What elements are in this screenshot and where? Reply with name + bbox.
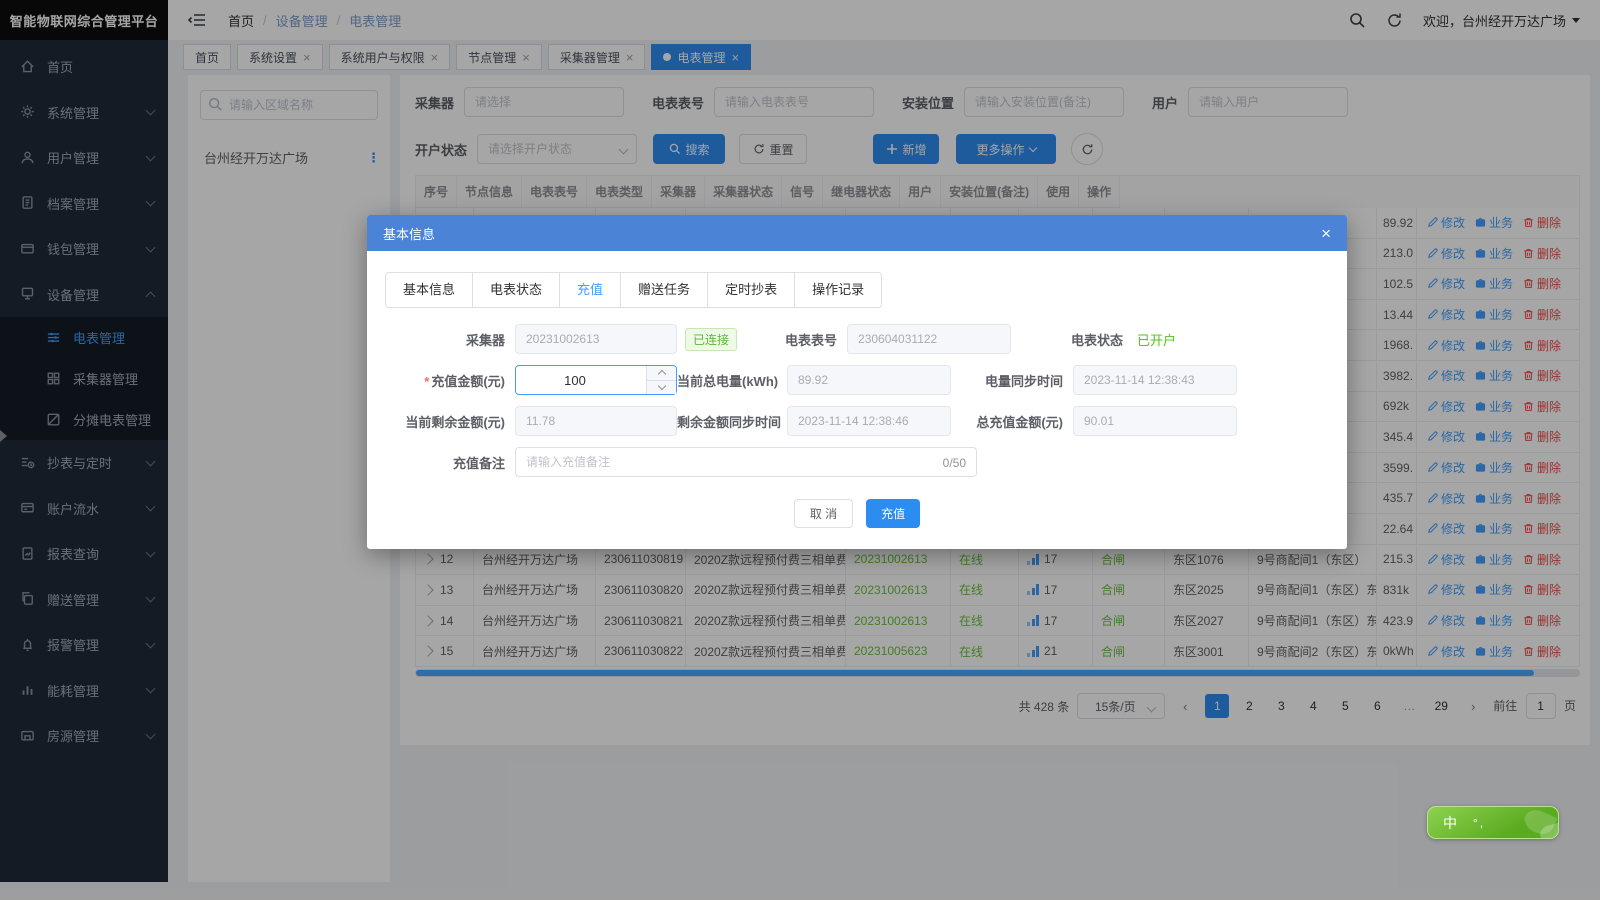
cancel-button[interactable]: 取 消 <box>794 499 853 528</box>
modal-tabs: 基本信息 电表状态 充值 赠送任务 定时抄表 操作记录 <box>385 272 882 308</box>
ime-lang: 中 <box>1443 813 1457 833</box>
balance-sync-label: 剩余金额同步时间 <box>677 412 777 431</box>
remark-input[interactable]: 0/50 <box>515 447 977 477</box>
modal-tab[interactable]: 充值 <box>560 273 621 307</box>
ime-indicator[interactable]: 中 °, <box>1427 806 1559 839</box>
recharge-button[interactable]: 充值 <box>866 499 920 528</box>
leaf-decoration-icon <box>1518 809 1559 839</box>
meter-no-field: 230604031122 <box>847 324 1011 354</box>
meter-info-modal: 基本信息 × 基本信息 电表状态 充值 赠送任务 定时抄表 操作记录 采集器 2… <box>367 215 1347 549</box>
energy-field: 89.92 <box>787 365 951 395</box>
energy-sync-field: 2023-11-14 12:38:43 <box>1073 365 1237 395</box>
modal-title: 基本信息 <box>383 224 435 243</box>
modal-tab[interactable]: 定时抄表 <box>708 273 795 307</box>
amount-label: *充值金额(元) <box>375 371 505 390</box>
amount-input[interactable] <box>515 365 677 395</box>
modal-tab[interactable]: 电表状态 <box>473 273 560 307</box>
balance-field: 11.78 <box>515 406 677 436</box>
meter-status-label: 电表状态 <box>1011 330 1123 349</box>
modal-tab[interactable]: 赠送任务 <box>621 273 708 307</box>
energy-sync-label: 电量同步时间 <box>951 371 1063 390</box>
meter-no-label: 电表表号 <box>737 330 837 349</box>
char-counter: 0/50 <box>943 456 966 470</box>
modal-tab[interactable]: 操作记录 <box>795 273 881 307</box>
collector-field: 20231002613 <box>515 324 677 354</box>
total-recharge-label: 总充值金额(元) <box>951 412 1063 431</box>
meter-status-value: 已开户 <box>1137 330 1176 349</box>
connected-badge: 已连接 <box>685 328 737 351</box>
close-icon[interactable]: × <box>1321 225 1331 242</box>
ime-punct: °, <box>1473 816 1485 830</box>
collector-label: 采集器 <box>375 330 505 349</box>
balance-sync-field: 2023-11-14 12:38:46 <box>787 406 951 436</box>
increment-button[interactable] <box>647 366 676 381</box>
balance-label: 当前剩余金额(元) <box>375 412 505 431</box>
total-recharge-field: 90.01 <box>1073 406 1237 436</box>
modal-tab[interactable]: 基本信息 <box>386 273 473 307</box>
remark-label: 充值备注 <box>375 453 505 472</box>
energy-label: 当前总电量(kWh) <box>677 371 777 390</box>
decrement-button[interactable] <box>647 381 676 395</box>
